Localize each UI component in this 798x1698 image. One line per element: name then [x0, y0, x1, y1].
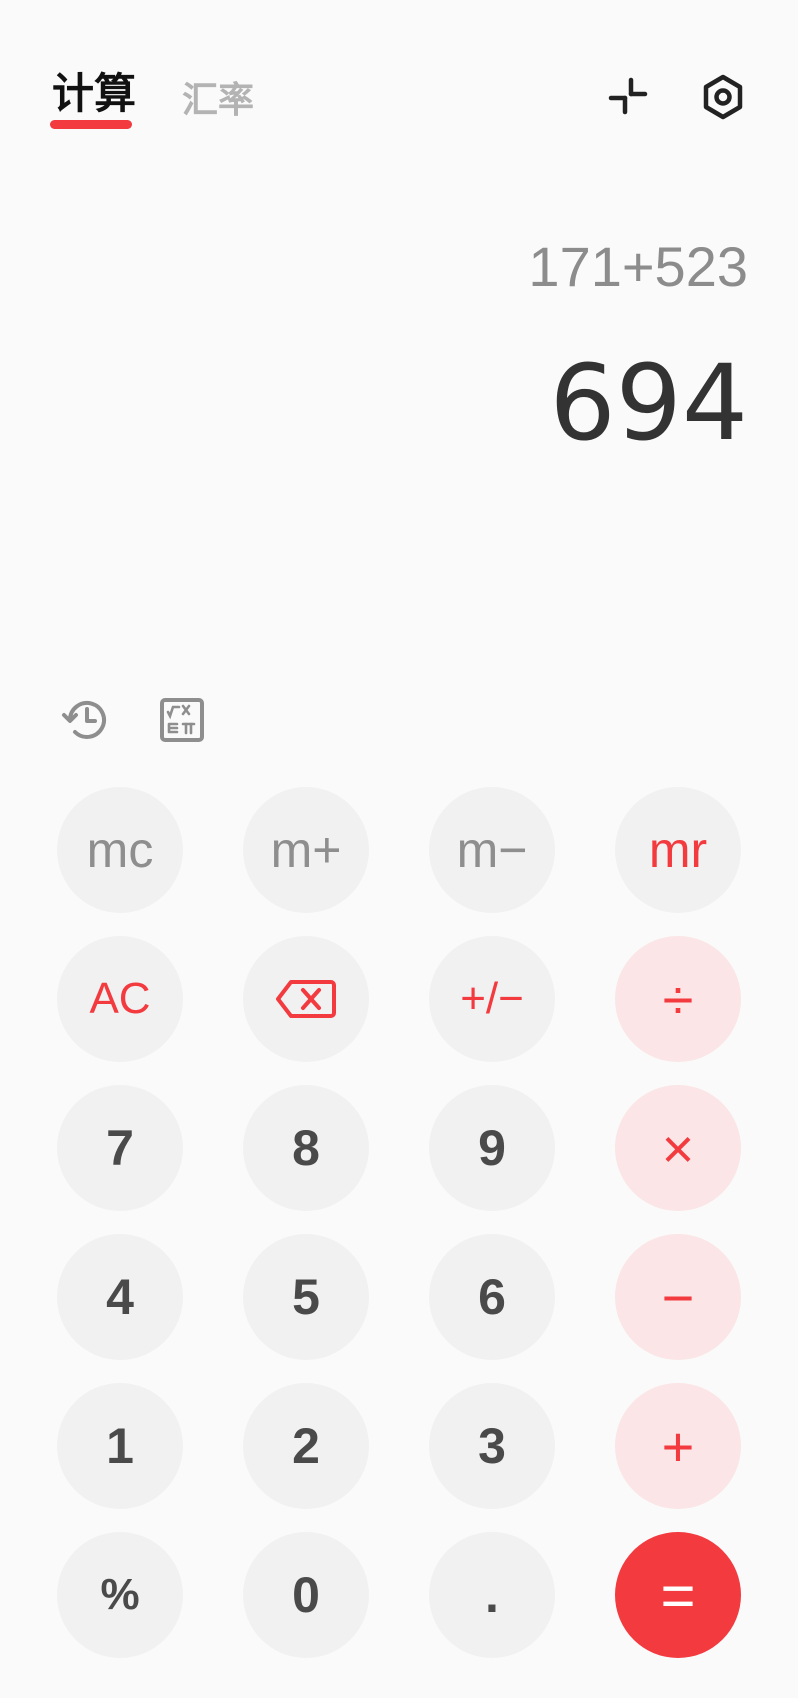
backspace-icon [275, 978, 337, 1020]
digit-1-button[interactable]: 1 [57, 1383, 183, 1509]
digit-8-button[interactable]: 8 [243, 1085, 369, 1211]
history-icon[interactable] [60, 694, 112, 746]
shrink-icon[interactable] [603, 72, 653, 122]
header: 计算 汇率 [0, 0, 798, 160]
digit-3-button[interactable]: 3 [429, 1383, 555, 1509]
plus-minus-button[interactable]: +/− [429, 936, 555, 1062]
percent-button[interactable]: % [57, 1532, 183, 1658]
digit-0-button[interactable]: 0 [243, 1532, 369, 1658]
decimal-point-button[interactable]: . [429, 1532, 555, 1658]
digit-7-button[interactable]: 7 [57, 1085, 183, 1211]
active-tab-indicator [50, 120, 132, 129]
scientific-icon[interactable] [156, 694, 208, 746]
expression-display: 171+523 [528, 235, 748, 298]
equals-button[interactable]: = [615, 1532, 741, 1658]
calculator-screen: 计算 汇率 171+523 694 mc m+ m− mr AC +/− ÷ 7… [0, 0, 798, 1698]
result-display: 694 [549, 342, 748, 464]
plus-button[interactable]: + [615, 1383, 741, 1509]
digit-6-button[interactable]: 6 [429, 1234, 555, 1360]
memory-subtract-button[interactable]: m− [429, 787, 555, 913]
backspace-button[interactable] [243, 936, 369, 1062]
memory-clear-button[interactable]: mc [57, 787, 183, 913]
digit-2-button[interactable]: 2 [243, 1383, 369, 1509]
multiply-button[interactable]: × [615, 1085, 741, 1211]
digit-9-button[interactable]: 9 [429, 1085, 555, 1211]
settings-icon[interactable] [698, 72, 748, 122]
divide-button[interactable]: ÷ [615, 936, 741, 1062]
all-clear-button[interactable]: AC [57, 936, 183, 1062]
minus-button[interactable]: − [615, 1234, 741, 1360]
digit-5-button[interactable]: 5 [243, 1234, 369, 1360]
tab-calculate[interactable]: 计算 [52, 66, 136, 122]
digit-4-button[interactable]: 4 [57, 1234, 183, 1360]
memory-add-button[interactable]: m+ [243, 787, 369, 913]
tab-exchange-rate[interactable]: 汇率 [182, 72, 254, 128]
memory-recall-button[interactable]: mr [615, 787, 741, 913]
